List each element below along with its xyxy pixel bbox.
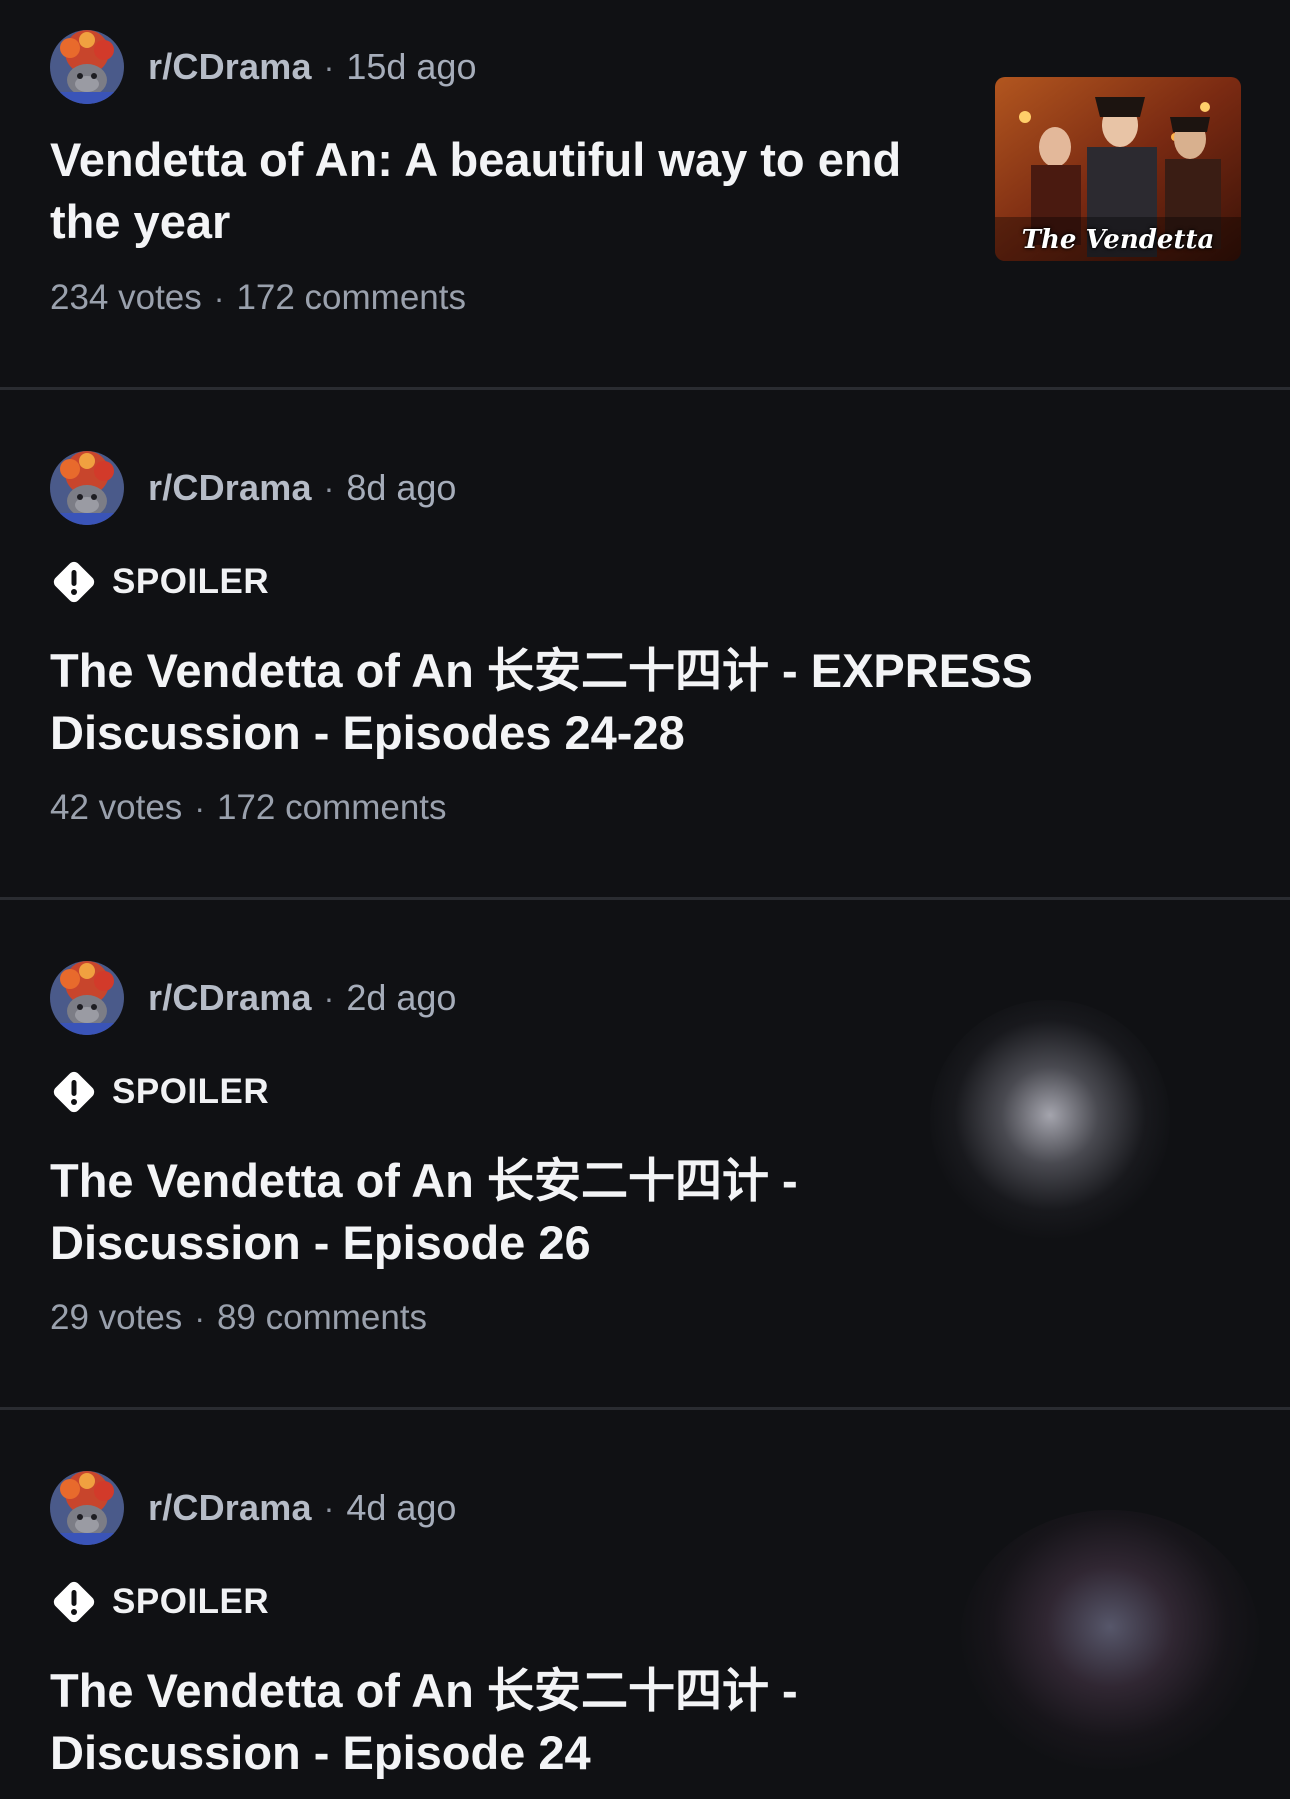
post-age: 8d ago	[346, 467, 457, 508]
post-card[interactable]: r/CDrama · 4d ago SPOILER The Vendetta o…	[0, 1410, 1290, 1799]
post-feed: r/CDrama · 15d ago Vendetta of An: A bea…	[0, 0, 1290, 1799]
post-title-line-2: Discussion - Episode 24	[50, 1726, 591, 1779]
subreddit-name[interactable]: r/CDrama	[148, 1487, 312, 1529]
spoiler-label: SPOILER	[112, 1072, 270, 1111]
post-title-line-2: Discussion - Episodes 24-28	[50, 706, 685, 759]
post-meta: r/CDrama · 4d ago	[50, 1471, 456, 1545]
blurred-thumbnail[interactable]	[960, 1510, 1260, 1770]
post-stats: 234 votes · 172 comments	[50, 278, 466, 318]
subreddit-name[interactable]: r/CDrama	[148, 467, 312, 509]
post-stats: 42 votes · 172 comments	[50, 788, 447, 828]
warning-diamond-icon	[53, 561, 95, 603]
stats-separator: ·	[194, 789, 205, 826]
stats-separator: ·	[194, 1299, 205, 1336]
post-meta: r/CDrama · 15d ago	[50, 30, 476, 104]
post-age: 2d ago	[346, 977, 457, 1018]
warning-diamond-icon	[53, 1071, 95, 1113]
subreddit-avatar[interactable]	[50, 451, 124, 525]
post-age: 15d ago	[346, 46, 477, 87]
post-card[interactable]: r/CDrama · 15d ago Vendetta of An: A bea…	[0, 0, 1290, 387]
meta-separator: ·	[323, 979, 335, 1016]
post-title[interactable]: The Vendetta of An 长安二十四计 - EXPRESS Disc…	[50, 640, 1230, 764]
spoiler-label: SPOILER	[112, 1582, 270, 1621]
post-title-line-1: The Vendetta of An 长安二十四计 - EXPRESS	[50, 644, 1033, 697]
post-title-line-2: the year	[50, 195, 231, 248]
post-title-line-1: The Vendetta of An 长安二十四计 -	[50, 1664, 798, 1717]
subreddit-avatar[interactable]	[50, 1471, 124, 1545]
stats-separator: ·	[213, 279, 225, 316]
comment-count[interactable]: 172 comments	[236, 278, 466, 318]
meta-separator: ·	[323, 1489, 335, 1526]
spoiler-tag: SPOILER	[50, 1576, 269, 1628]
vote-count: 234 votes	[50, 278, 202, 317]
post-card[interactable]: r/CDrama · 8d ago SPOILER The Vendetta o…	[0, 390, 1290, 897]
comment-count[interactable]: 89 comments	[217, 1298, 427, 1338]
spoiler-tag: SPOILER	[50, 1066, 269, 1118]
subreddit-name[interactable]: r/CDrama	[148, 977, 312, 1019]
post-thumbnail[interactable]: The Vendetta	[995, 77, 1241, 261]
subreddit-name[interactable]: r/CDrama	[148, 46, 312, 88]
post-title[interactable]: The Vendetta of An 长安二十四计 - Discussion -…	[50, 1150, 930, 1274]
comment-count[interactable]: 172 comments	[217, 788, 447, 828]
post-card[interactable]: r/CDrama · 2d ago SPOILER The Vendetta o…	[0, 900, 1290, 1407]
post-stats: 29 votes · 89 comments	[50, 1298, 427, 1338]
post-meta: r/CDrama · 8d ago	[50, 451, 456, 525]
post-meta: r/CDrama · 2d ago	[50, 961, 456, 1035]
post-title-line-2: Discussion - Episode 26	[50, 1216, 591, 1269]
vote-count: 42 votes	[50, 788, 183, 827]
vote-count: 29 votes	[50, 1298, 183, 1337]
post-age: 4d ago	[346, 1487, 457, 1528]
spoiler-label: SPOILER	[112, 562, 270, 601]
meta-separator: ·	[323, 469, 335, 506]
subreddit-avatar[interactable]	[50, 961, 124, 1035]
post-title[interactable]: The Vendetta of An 长安二十四计 - Discussion -…	[50, 1660, 930, 1784]
spoiler-tag: SPOILER	[50, 556, 269, 608]
post-title-line-1: Vendetta of An: A beautiful way to end	[50, 133, 902, 186]
warning-diamond-icon	[53, 1581, 95, 1623]
blurred-thumbnail[interactable]	[930, 1000, 1170, 1240]
meta-separator: ·	[323, 48, 335, 85]
thumbnail-caption: The Vendetta	[1021, 225, 1215, 255]
post-title-line-1: The Vendetta of An 长安二十四计 -	[50, 1154, 798, 1207]
subreddit-avatar[interactable]	[50, 30, 124, 104]
post-title[interactable]: Vendetta of An: A beautiful way to end t…	[50, 129, 950, 253]
